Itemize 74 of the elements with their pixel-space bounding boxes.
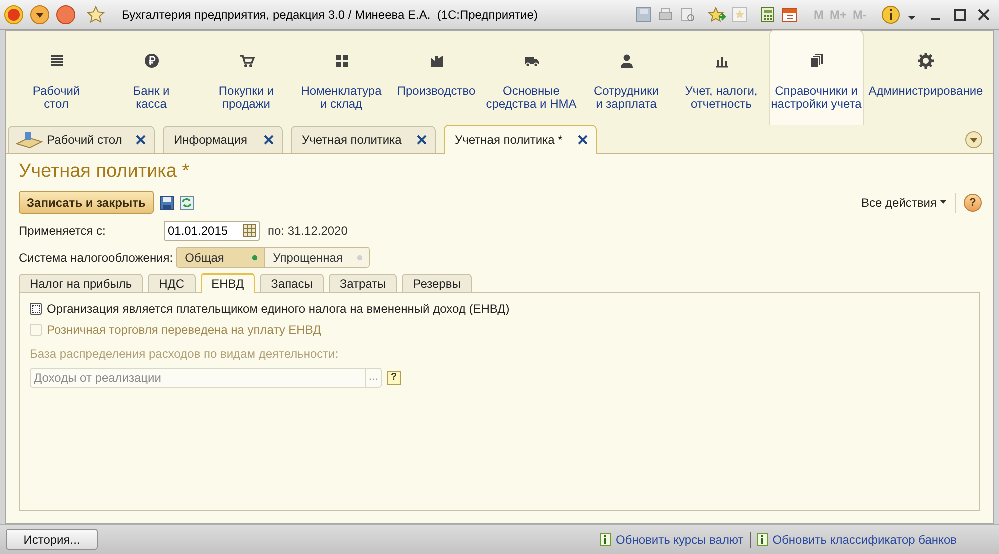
document-tab[interactable]: Рабочий стол: [8, 126, 155, 153]
close-icon[interactable]: [977, 8, 991, 22]
ruble-icon: [144, 53, 160, 69]
list-icon: [48, 53, 64, 69]
section-button[interactable]: Учет, налоги, отчетность: [674, 31, 769, 125]
calendar-icon[interactable]: [782, 6, 798, 22]
settings-tab[interactable]: Резервы: [402, 274, 472, 292]
history-button[interactable]: История...: [6, 529, 98, 550]
info-icon: [600, 533, 611, 546]
factory-icon: [428, 53, 444, 69]
star-list-icon[interactable]: [732, 6, 748, 22]
checkbox-label: Организация является плательщиком единого налога на вмененный доход (ЕНВД): [47, 300, 510, 318]
desk-icon: [15, 130, 43, 150]
settings-tab[interactable]: Затраты: [328, 274, 398, 292]
refresh-icon[interactable]: [180, 196, 194, 210]
tax-system-option[interactable]: Общая: [177, 248, 266, 267]
settings-tab[interactable]: НДС: [148, 274, 196, 292]
period-end-text: по: 31.12.2020: [268, 223, 348, 240]
documents-icon: [808, 53, 824, 69]
settings-tab[interactable]: Налог на прибыль: [19, 274, 144, 292]
close-icon[interactable]: [264, 135, 274, 145]
dot-icon: [357, 254, 364, 260]
save-and-close-button[interactable]: Записать и закрыть: [19, 191, 154, 214]
section-button[interactable]: Банк и касса: [104, 31, 199, 125]
section-button[interactable]: Покупки и продажи: [199, 31, 294, 125]
maximize-icon[interactable]: [953, 8, 967, 22]
print-preview-icon[interactable]: [680, 6, 696, 22]
section-button[interactable]: Сотрудники и зарплата: [579, 31, 674, 125]
help-button[interactable]: ?: [964, 194, 982, 212]
close-icon[interactable]: [136, 135, 146, 145]
status-link[interactable]: Обновить курсы валют: [616, 530, 744, 548]
section-button[interactable]: Основные средства и НМА: [484, 31, 579, 125]
status-link[interactable]: Обновить классификатор банков: [772, 530, 957, 548]
tax-system-option[interactable]: Упрощенная: [265, 248, 370, 267]
record-icon[interactable]: [56, 4, 76, 24]
chevron-down-icon[interactable]: [965, 131, 983, 149]
settings-tab[interactable]: Запасы: [260, 274, 324, 292]
save-icon[interactable]: [160, 196, 174, 210]
section-button[interactable]: Производство: [389, 31, 484, 125]
caret-icon: [940, 200, 947, 205]
calendar-icon[interactable]: [243, 224, 257, 238]
all-actions-button[interactable]: Все действия: [862, 194, 947, 212]
field-label: Система налогообложения:: [19, 250, 174, 266]
settings-tab[interactable]: ЕНВД: [200, 273, 256, 293]
field-label: База распределения расходов по видам деятельности:: [30, 346, 340, 363]
selected-dot-icon: [252, 254, 258, 260]
document-tab[interactable]: Учетная политика *: [444, 125, 597, 154]
checkbox[interactable]: [30, 302, 42, 314]
window-title: Бухгалтерия предприятия, редакция 3.0 / Минеева Е.А. (1С:Предприятие): [122, 6, 538, 24]
tooltip-button[interactable]: ?: [387, 371, 401, 385]
checkbox-label: Розничная торговля переведена на уплату ЕНВД: [47, 322, 322, 338]
document-tab[interactable]: Учетная политика: [291, 126, 436, 153]
dropdown-menu-icon[interactable]: [30, 4, 50, 24]
section-button[interactable]: Администрирование: [864, 31, 988, 125]
info-icon[interactable]: [881, 4, 901, 24]
date-field[interactable]: 01.01.2015: [164, 221, 260, 241]
section-button[interactable]: Рабочий стол: [9, 31, 104, 125]
star-icon[interactable]: [86, 4, 106, 24]
select-field: Доходы от реализации ...: [30, 368, 382, 388]
form-title: Учетная политика *: [19, 160, 191, 184]
close-icon[interactable]: [417, 135, 427, 145]
info-icon: [756, 533, 768, 546]
settings-icon: [918, 53, 934, 69]
section-button[interactable]: Справочники и настройки учета: [769, 30, 864, 125]
app-logo-icon[interactable]: [4, 4, 24, 24]
cart-icon: [238, 53, 254, 69]
star-add-icon[interactable]: [708, 6, 726, 22]
grid-icon: [334, 53, 350, 69]
document-tab[interactable]: Информация: [163, 126, 283, 153]
field-label: Применяется с:: [19, 223, 107, 240]
section-button[interactable]: Номенклатура и склад: [294, 31, 389, 125]
calculator-icon[interactable]: [760, 6, 776, 22]
close-icon[interactable]: [578, 135, 588, 145]
person-icon: [618, 53, 634, 69]
